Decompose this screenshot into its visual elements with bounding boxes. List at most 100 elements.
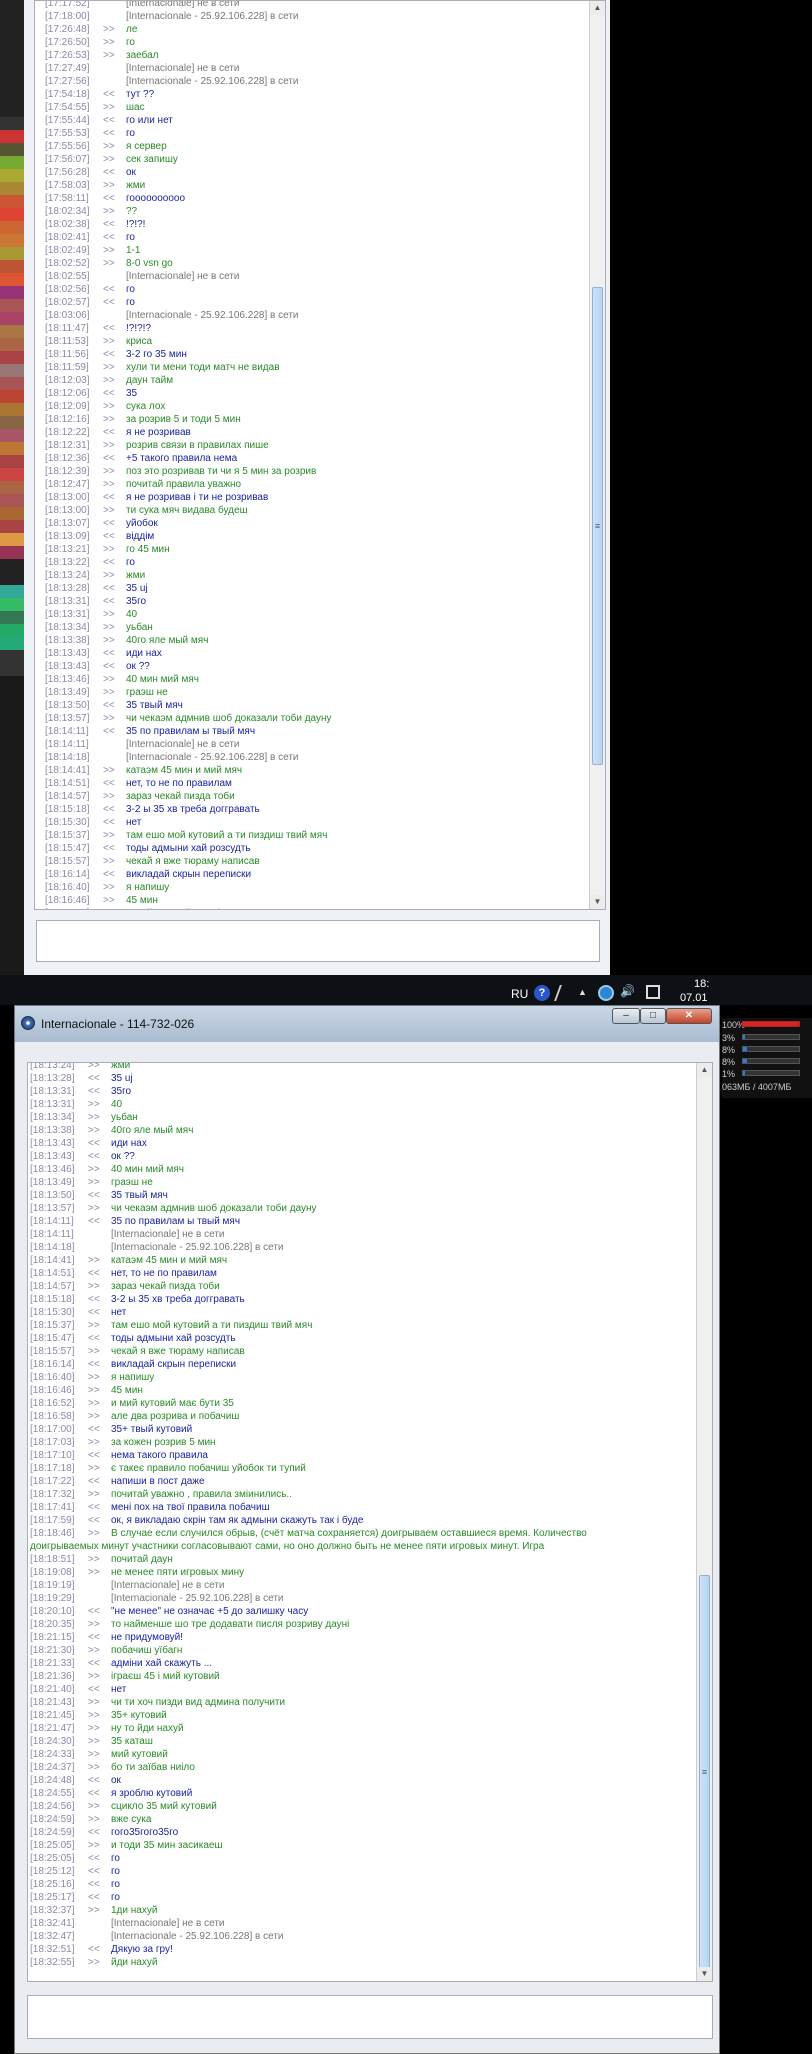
message-direction: >>	[103, 856, 115, 867]
chat-message-row: [18:24:33] >> мий кутовий	[30, 1748, 690, 1761]
chat-message-row: [18:13:49] >> граэш не	[30, 1176, 690, 1189]
message-timestamp: [18:15:47]	[30, 1333, 75, 1344]
message-direction: <<	[103, 388, 115, 399]
message-timestamp: [17:55:56]	[45, 141, 90, 152]
message-timestamp: [18:13:00]	[45, 492, 90, 503]
message-text: 35 по правилам ы твый мяч	[126, 726, 256, 737]
title-bar[interactable]: Internacionale - 114-732-026 – □ ✕	[15, 1006, 719, 1042]
scroll-up-arrow-icon[interactable]: ▲	[590, 1, 605, 15]
scroll-thumb[interactable]: ≡	[592, 287, 603, 765]
message-direction: >>	[103, 687, 115, 698]
message-timestamp: [18:15:18]	[30, 1294, 75, 1305]
message-text: жми	[126, 570, 146, 581]
message-timestamp: [18:24:56]	[30, 1801, 75, 1812]
chat-message-row: [18:24:59] << гого35гого35го	[30, 1826, 690, 1839]
message-input-upper[interactable]	[36, 920, 600, 962]
message-direction: >>	[88, 1203, 100, 1214]
scroll-up-arrow-icon[interactable]: ▲	[697, 1063, 712, 1077]
message-direction: <<	[88, 1424, 100, 1435]
message-text: я зроблю кутовий	[111, 1788, 193, 1799]
message-text: мені пох на твої правила побачиш	[111, 1502, 270, 1513]
chat-message-row: [18:13:43] << иди нах	[30, 1137, 690, 1150]
message-text: почитай правила уважно	[126, 479, 242, 490]
cpu-bar	[742, 1021, 800, 1027]
chat-message-row: [18:24:56] >> сцикло 35 мий кутовий	[30, 1800, 690, 1813]
message-text: +5 такого правила нема	[126, 453, 238, 464]
language-indicator[interactable]: RU	[511, 987, 528, 1001]
message-timestamp: [18:13:49]	[30, 1177, 75, 1188]
scroll-down-arrow-icon[interactable]: ▼	[590, 895, 605, 909]
chat-message-row: [18:32:37] >> 1ди нахуй	[30, 1904, 690, 1917]
chat-message-row: [18:14:57] >> зараз чекай пизда тоби	[45, 790, 583, 803]
chat-message-row: [17:56:07] >> сек запишу	[45, 153, 583, 166]
message-timestamp: [18:11:53]	[45, 336, 89, 347]
chat-message-row: [17:26:53] >> заебал	[45, 49, 583, 62]
chat-message-row: [17:58:03] >> жми	[45, 179, 583, 192]
message-text: 35 uj	[126, 583, 148, 594]
clock-time[interactable]: 18:	[694, 978, 709, 990]
action-center-flag-icon[interactable]	[646, 985, 660, 999]
minimize-button[interactable]: –	[612, 1008, 640, 1024]
scroll-thumb-lower[interactable]: ≡	[699, 1575, 710, 1968]
chat-message-row: [17:54:55] >> шас	[45, 101, 583, 114]
message-timestamp: [18:17:18]	[30, 1463, 75, 1474]
chat-message-row: [18:13:00] << я не розривав і ти не розрив…	[45, 491, 583, 504]
message-text: ти сука мяч видава будеш	[126, 505, 248, 516]
message-timestamp: [18:17:41]	[30, 1502, 75, 1513]
message-timestamp: [18:24:59]	[30, 1814, 75, 1825]
chat-message-row: [18:21:33] << адміни хай скажуть ...	[30, 1657, 690, 1670]
chat-message-row: [18:02:56] << го	[45, 283, 583, 296]
message-timestamp: [18:15:47]	[45, 843, 90, 854]
message-timestamp: [18:13:57]	[45, 713, 90, 724]
message-timestamp: [18:14:18]	[45, 752, 90, 763]
message-text: нет	[111, 1307, 127, 1318]
chat-message-row: [18:21:40] << нет	[30, 1683, 690, 1696]
chat-message-row: [18:12:16] >> за розрив 5 и тоди 5 мин	[45, 413, 583, 426]
message-direction: <<	[103, 518, 115, 529]
message-input-lower[interactable]	[27, 1995, 713, 2039]
message-timestamp: [18:14:51]	[30, 1268, 75, 1279]
message-direction: >>	[88, 1281, 100, 1292]
message-text: го	[126, 557, 135, 568]
chat-log-scrollbar-lower[interactable]: ▲ ≡ ▼	[696, 1063, 712, 1981]
message-text: ок	[111, 1775, 121, 1786]
message-text: гоооооооооо	[126, 193, 186, 204]
message-timestamp: [18:13:31]	[45, 609, 90, 620]
chat-message-row: [18:15:37] >> там ешо мой кутовий а ти пиз…	[30, 1319, 690, 1332]
message-timestamp: [18:13:28]	[30, 1073, 75, 1084]
message-text: чи ти хоч пизди вид админа получити	[111, 1697, 286, 1708]
message-direction: <<	[88, 1190, 100, 1201]
chat-message-row: [18:12:06] << 35	[45, 387, 583, 400]
chat-message-row: [17:55:53] << го	[45, 127, 583, 140]
close-button[interactable]: ✕	[666, 1008, 712, 1024]
message-timestamp: [18:15:57]	[45, 856, 90, 867]
scroll-down-arrow-icon[interactable]: ▼	[697, 1967, 712, 1981]
message-direction: >>	[88, 1112, 100, 1123]
message-timestamp: [18:14:11]	[30, 1216, 74, 1227]
message-text: го	[126, 37, 135, 48]
message-direction: <<	[103, 193, 115, 204]
clock-date[interactable]: 07.01	[680, 992, 708, 1004]
message-direction: >>	[103, 882, 115, 893]
message-direction: <<	[103, 583, 115, 594]
chat-message-row: [17:17:52] [Internacionale] не в сети	[45, 1, 583, 10]
chat-message-row: [18:11:53] >> криса	[45, 335, 583, 348]
chat-message-row: [18:13:43] << иди нах	[45, 647, 583, 660]
message-timestamp: [18:16:46]	[45, 895, 90, 906]
message-timestamp: [18:16:14]	[45, 869, 90, 880]
message-direction: >>	[88, 1840, 100, 1851]
message-direction: <<	[88, 1879, 100, 1890]
message-timestamp: [18:13:43]	[45, 661, 90, 672]
maximize-button[interactable]: □	[640, 1008, 666, 1024]
message-direction: <<	[103, 297, 115, 308]
chat-log-scrollbar[interactable]: ▲ ≡ ▼	[589, 1, 605, 909]
network-icon[interactable]	[598, 985, 614, 1001]
volume-icon[interactable]: 🔊	[620, 984, 635, 998]
message-direction: >>	[88, 1814, 100, 1825]
message-text: 1-1	[126, 245, 141, 256]
pen-icon[interactable]	[554, 985, 570, 1001]
message-timestamp: [18:25:12]	[30, 1866, 75, 1877]
help-icon[interactable]: ?	[534, 985, 550, 1001]
show-hidden-icons-chevron-icon[interactable]: ▲	[578, 987, 587, 997]
message-direction: <<	[88, 1333, 100, 1344]
